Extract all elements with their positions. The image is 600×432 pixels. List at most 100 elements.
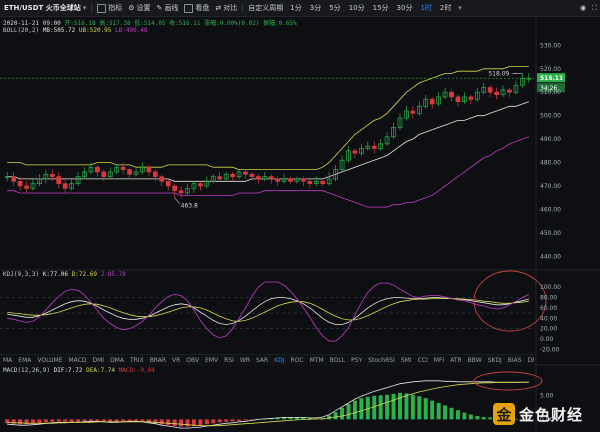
macd-bar [488,417,493,420]
watermark-logo-icon: 金 [493,403,515,425]
indicator-tab-mfi[interactable]: MFI [431,357,447,364]
candle-body [320,180,326,184]
macd-bar [398,392,402,420]
macd-bar [82,419,87,422]
macd-bar [166,419,171,426]
indicator-tab-dpo[interactable]: DPO [525,357,534,364]
candle-body [410,110,416,114]
macd-bar [211,419,216,424]
indicator-tab-ema[interactable]: EMA [15,357,34,364]
candle-body [494,91,499,95]
indicator-tab-roc[interactable]: ROC [288,357,307,364]
candle-body [165,180,171,187]
macd-bar [378,395,383,420]
price-tick-label: 530.00 [540,42,561,49]
macd-bar [95,419,100,421]
candle-body [449,91,454,98]
indicator-tab-vr[interactable]: VR [169,357,183,364]
indicator-tab-stochrsi[interactable]: StochRSI [365,357,398,364]
chart-app: ETH/USDT 火币全球站 ▾ 指标 ⚙ 设置 ✎ 画线 看盘 ⇄ 对比 自定义周期 … [0,0,600,432]
candle-body [230,173,235,177]
macd-annotation-circle [473,371,543,391]
indicator-tab-skdj[interactable]: SKDJ [485,357,505,364]
indicator-tab-rsi[interactable]: RSI [221,357,237,364]
macd-bar [423,398,428,420]
kdj-tick-label: 20.00 [540,326,557,333]
macd-bar [37,419,42,424]
candle-body [24,185,29,189]
macd-bar [76,419,81,422]
candle-body [371,145,377,149]
indicator-tab-obv[interactable]: OBV [183,357,202,364]
indicator-tab-sar[interactable]: SAR [253,357,271,364]
indicator-tab-brar[interactable]: BRAR [147,357,169,364]
macd-bar [237,419,242,421]
price-tick-label: 440.00 [540,253,561,260]
macd-bar [172,419,177,427]
indicator-tab-bbw[interactable]: BBW [465,357,485,364]
macd-bar [443,405,448,420]
kdj-k-line [7,297,529,325]
candle-body [255,176,261,180]
indicator-tab-boll[interactable]: BOLL [327,357,348,364]
candle-body [352,150,358,154]
kdj-tick-label: 80.00 [540,295,557,302]
price-tick-label: 520.00 [540,66,561,73]
candle-body [178,190,184,194]
macd-bar [63,419,68,422]
indicator-tab-kdj[interactable]: KDJ [271,357,287,364]
indicator-tabs: MA EMA VOLUME MACD DMI DMA TRIX BRAR VR OBV EMV RSI… [0,354,534,366]
indicator-tab-mtm[interactable]: MTM [307,357,327,364]
macd-bar [224,419,229,422]
macd-bar [69,419,74,422]
price-tick-label: 450.00 [540,230,561,237]
low-marker-line [174,197,180,204]
macd-bar [340,407,345,420]
high-marker-label: 518.09 — [488,70,517,77]
indicator-tab-atr[interactable]: ATR [447,357,464,364]
candle-body [288,178,293,182]
macd-bar [140,419,145,422]
indicator-tab-dma[interactable]: DMA [107,357,127,364]
macd-bar [417,396,422,420]
macd-bar [121,419,126,422]
watermark: 金 金色财经 [493,403,583,425]
candle-body [198,183,203,187]
candle-body [468,96,474,100]
chart-canvas[interactable]: 516.1134:26518.09 —463.8 530.00520.00510… [0,0,600,432]
macd-bar [88,419,93,421]
indicator-tab-trix[interactable]: TRIX [127,357,147,364]
macd-bar [159,419,164,425]
kdj-tick-label: 40.00 [540,315,557,322]
indicator-tab-ma[interactable]: MA [0,357,15,364]
candle-body [243,171,248,175]
candle-body [101,171,107,177]
boll-ub-line [7,66,529,171]
macd-bar [455,410,460,420]
macd-bar [404,393,409,420]
candle-body [62,183,68,189]
price-tick-label: 460.00 [540,206,561,213]
indicator-tab-emv[interactable]: EMV [202,357,221,364]
macd-bar [468,414,473,420]
indicator-tab-psy[interactable]: PSY [348,357,365,364]
macd-bar [391,393,396,420]
indicator-tab-smi[interactable]: SMI [398,357,415,364]
indicator-tab-macd[interactable]: MACD [65,357,89,364]
indicator-tab-dmi[interactable]: DMI [89,357,107,364]
macd-histogram [5,380,531,429]
candle-body [172,185,177,192]
candle-body [455,96,461,102]
indicator-tab-volume[interactable]: VOLUME [34,357,65,364]
candle-body [49,173,55,177]
indicator-tab-cci[interactable]: CCI [415,357,431,364]
indicator-tab-bias[interactable]: BIAS [505,357,525,364]
price-tick-label: 480.00 [540,160,561,167]
macd-bar [449,407,454,420]
macd-bar [18,419,23,425]
candle-body [146,166,152,173]
macd-bar [385,394,390,420]
indicator-tab-wr[interactable]: WR [237,357,253,364]
candle-body [217,176,223,180]
candle-body [56,176,62,184]
